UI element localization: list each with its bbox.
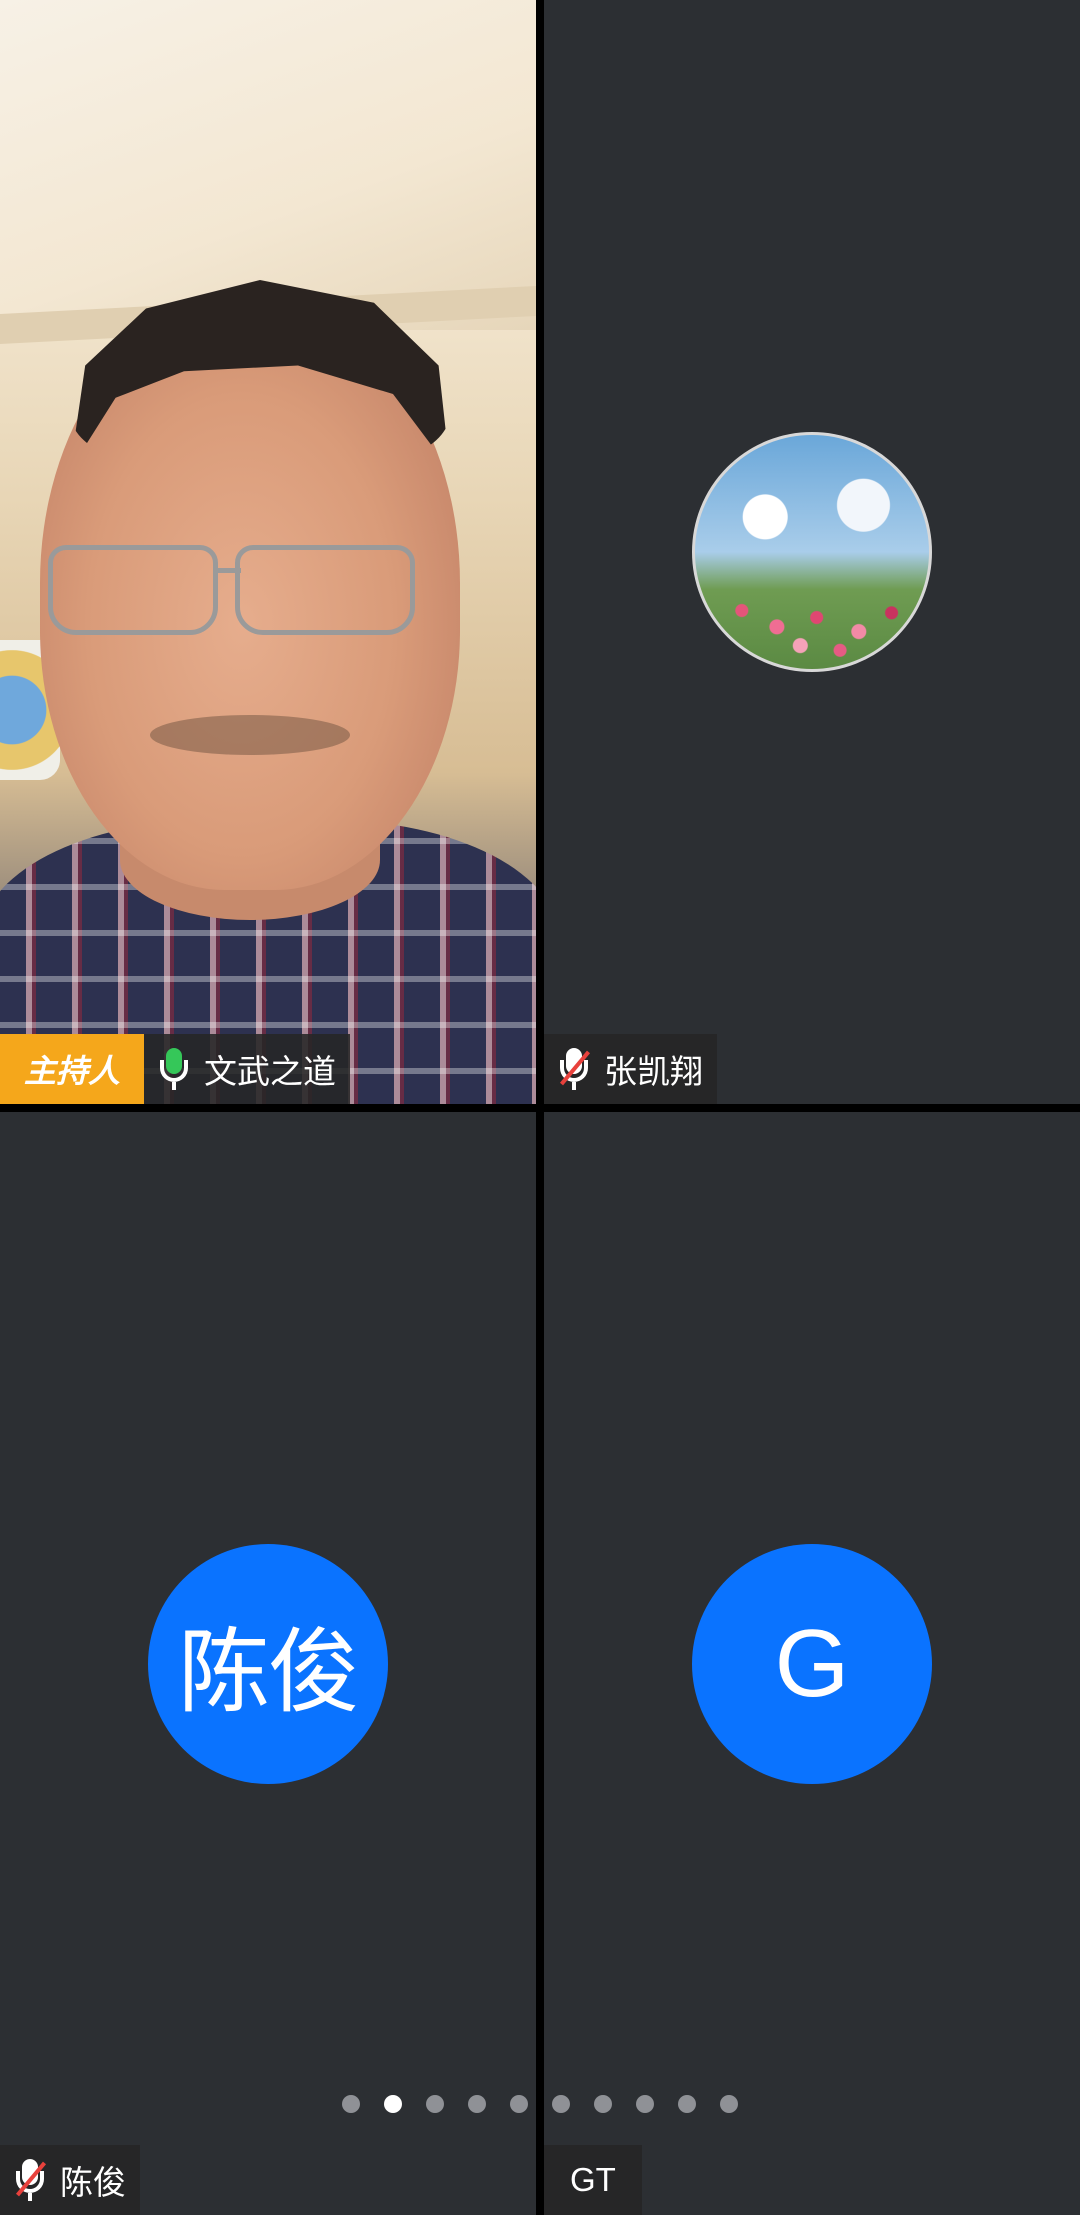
participant-name: 文武之道 bbox=[204, 1053, 337, 1090]
name-chip: 文武之道 bbox=[144, 1034, 351, 1104]
avatar bbox=[692, 432, 932, 672]
host-badge: 主持人 bbox=[0, 1034, 145, 1104]
page-dot-6[interactable] bbox=[552, 2095, 570, 2113]
participant-name: 陈俊 bbox=[60, 2164, 126, 2201]
page-dot-8[interactable] bbox=[636, 2095, 654, 2113]
avatar-initials: G bbox=[774, 1610, 850, 1717]
microphone-muted-icon bbox=[12, 2157, 48, 2203]
participant-tile-2[interactable]: 张凯翔 bbox=[544, 0, 1080, 1104]
page-dot-7[interactable] bbox=[594, 2095, 612, 2113]
participant-tile-host[interactable]: 主持人 文武之道 bbox=[0, 0, 536, 1104]
microphone-muted-icon bbox=[556, 1046, 592, 1092]
avatar-initials: 陈俊 bbox=[177, 1621, 360, 1724]
participant-name-label: 张凯翔 bbox=[544, 1034, 717, 1104]
name-chip: 张凯翔 bbox=[544, 1034, 717, 1104]
page-indicator[interactable] bbox=[0, 2095, 1080, 2113]
name-chip: GT bbox=[544, 2145, 642, 2215]
page-dot-3[interactable] bbox=[426, 2095, 444, 2113]
host-video-feed bbox=[0, 0, 536, 1104]
page-dot-5[interactable] bbox=[510, 2095, 528, 2113]
participant-tile-3[interactable]: 陈俊 陈俊 bbox=[0, 1112, 536, 2215]
page-dot-10[interactable] bbox=[720, 2095, 738, 2113]
participant-name-label: 陈俊 bbox=[0, 2145, 140, 2215]
avatar: G bbox=[692, 1544, 932, 1784]
participant-name: 张凯翔 bbox=[604, 1053, 703, 1090]
microphone-icon bbox=[156, 1046, 192, 1092]
name-chip: 陈俊 bbox=[0, 2145, 140, 2215]
page-dot-2[interactable] bbox=[384, 2095, 402, 2113]
participant-name: GT bbox=[570, 2161, 616, 2198]
page-dot-9[interactable] bbox=[678, 2095, 696, 2113]
page-dot-1[interactable] bbox=[342, 2095, 360, 2113]
participant-tile-4[interactable]: G GT bbox=[544, 1112, 1080, 2215]
avatar: 陈俊 bbox=[148, 1544, 388, 1784]
page-dot-4[interactable] bbox=[468, 2095, 486, 2113]
participant-name-label: GT bbox=[544, 2145, 642, 2215]
host-name-label: 主持人 文武之道 bbox=[0, 1034, 351, 1104]
